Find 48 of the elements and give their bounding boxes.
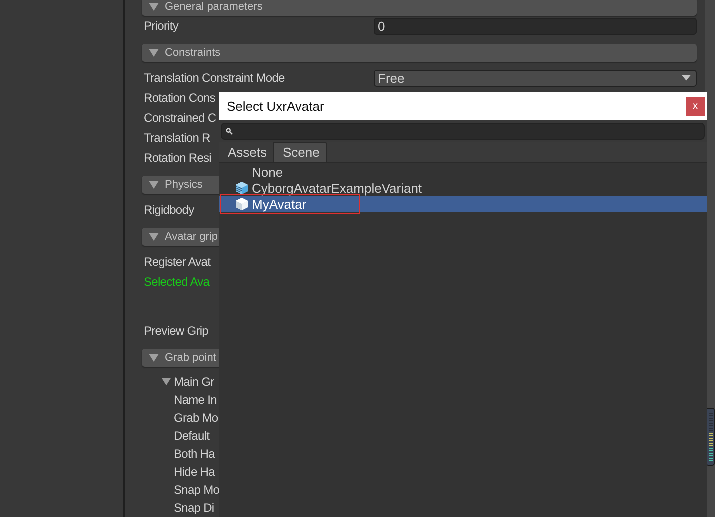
section-title: Constraints bbox=[165, 47, 221, 59]
item-label: MyAvatar bbox=[252, 196, 307, 212]
triangle-icon[interactable] bbox=[162, 378, 171, 386]
search-icon bbox=[226, 128, 233, 135]
tab[interactable]: Scene bbox=[273, 142, 327, 162]
field-label: Default bbox=[174, 429, 210, 443]
field-label: Snap Mo bbox=[174, 483, 220, 497]
field-label: Constrained C bbox=[144, 111, 216, 125]
triangle-icon bbox=[149, 181, 159, 189]
triangle-icon bbox=[149, 354, 159, 362]
field-label: Preview Grip bbox=[144, 324, 208, 338]
triangle-icon bbox=[149, 49, 159, 57]
field-label: Translation R bbox=[144, 131, 210, 145]
field-label: Snap Di bbox=[174, 501, 214, 515]
field-label: Selected Ava bbox=[144, 275, 210, 289]
field-label: Translation Constraint Mode bbox=[144, 71, 285, 85]
field-label: Rotation Cons bbox=[144, 91, 216, 105]
section-title: General parameters bbox=[165, 1, 263, 13]
dialog-title: Select UxrAvatar bbox=[227, 98, 324, 114]
section-header[interactable]: General parameters bbox=[142, 0, 697, 16]
cube-icon bbox=[235, 181, 249, 195]
field-label: Rotation Resi bbox=[144, 151, 212, 165]
list-item[interactable]: MyAvatar bbox=[219, 196, 707, 212]
field-label: Grab Mo bbox=[174, 411, 218, 425]
field-label: Rigidbody bbox=[144, 203, 194, 217]
tree-item[interactable]: Main Gr bbox=[174, 375, 214, 389]
list-item[interactable]: None bbox=[219, 164, 707, 180]
field-label: Both Ha bbox=[174, 447, 215, 461]
close-button[interactable]: x bbox=[686, 96, 705, 116]
cube-icon bbox=[235, 197, 249, 211]
list-item[interactable]: CyborgAvatarExampleVariant bbox=[219, 180, 707, 196]
section-title: Avatar grip bbox=[165, 231, 218, 243]
caret-icon bbox=[682, 75, 691, 81]
section-header[interactable]: Constraints bbox=[142, 44, 697, 62]
field-label: Priority bbox=[144, 19, 179, 33]
triangle-icon bbox=[149, 3, 159, 11]
field-label: Register Avat bbox=[144, 255, 211, 269]
section-title: Physics bbox=[165, 179, 203, 191]
triangle-icon bbox=[149, 233, 159, 241]
field-label: Hide Ha bbox=[174, 465, 215, 479]
dropdown-value: Free bbox=[378, 70, 405, 86]
text-field[interactable]: 0 bbox=[374, 18, 697, 34]
section-title: Grab point bbox=[165, 352, 216, 364]
item-label: CyborgAvatarExampleVariant bbox=[252, 180, 422, 196]
item-label: None bbox=[252, 164, 284, 180]
field-label: Name In bbox=[174, 393, 217, 407]
search-field[interactable] bbox=[221, 123, 705, 140]
dropdown[interactable]: Free bbox=[374, 70, 697, 86]
